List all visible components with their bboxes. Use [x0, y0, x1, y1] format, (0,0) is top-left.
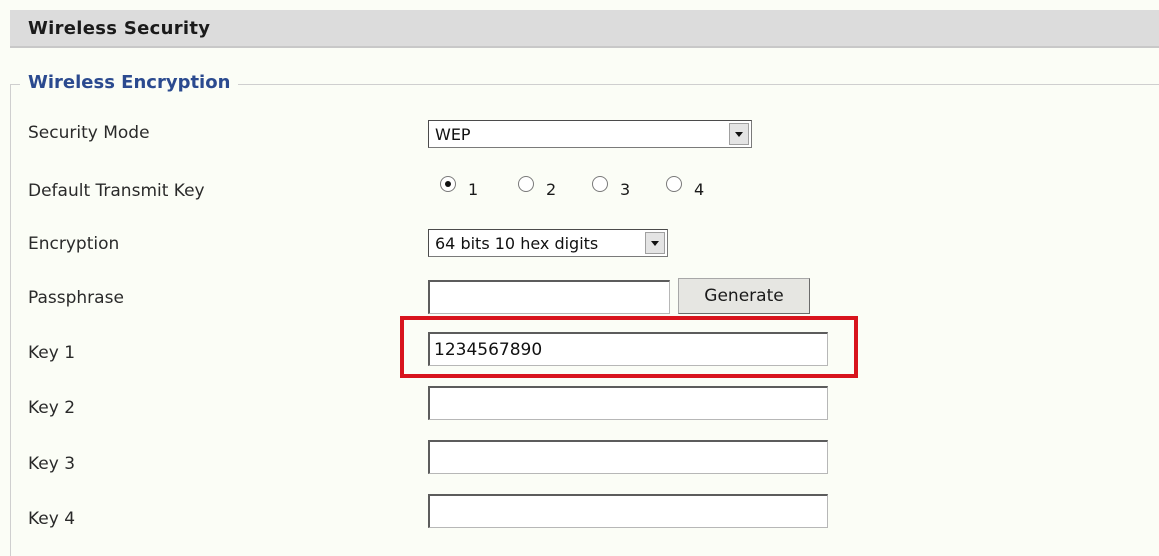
radio-icon[interactable] [440, 176, 456, 192]
security-mode-value: WEP [435, 125, 471, 144]
key4-input[interactable] [428, 494, 828, 528]
fieldset-border-left [10, 84, 11, 556]
radio-label-4: 4 [694, 180, 705, 199]
highlight-box [400, 316, 858, 378]
chevron-down-icon[interactable] [645, 232, 665, 254]
radio-option-1[interactable]: 1 [440, 174, 518, 200]
section-legend: Wireless Encryption [20, 72, 239, 93]
page: Wireless Security Wireless Encryption Se… [0, 0, 1159, 556]
key3-label: Key 3 [28, 454, 76, 474]
radio-icon[interactable] [518, 176, 534, 192]
passphrase-label: Passphrase [28, 288, 124, 308]
radio-option-4[interactable]: 4 [666, 174, 744, 200]
generate-button[interactable]: Generate [678, 278, 810, 314]
encryption-label: Encryption [28, 234, 120, 254]
radio-selected-dot [445, 181, 451, 187]
encryption-select[interactable]: 64 bits 10 hex digits [428, 229, 668, 257]
chevron-down-icon[interactable] [729, 123, 749, 145]
security-mode-select[interactable]: WEP [428, 120, 752, 148]
key3-input[interactable] [428, 440, 828, 474]
radio-icon[interactable] [592, 176, 608, 192]
radio-label-2: 2 [546, 180, 557, 199]
radio-option-3[interactable]: 3 [592, 174, 670, 200]
default-transmit-key-label: Default Transmit Key [28, 181, 205, 201]
key2-input[interactable] [428, 386, 828, 420]
key4-label: Key 4 [28, 509, 76, 529]
radio-label-3: 3 [620, 180, 631, 199]
radio-label-1: 1 [468, 180, 479, 199]
encryption-value: 64 bits 10 hex digits [435, 234, 599, 253]
passphrase-input[interactable] [428, 280, 670, 314]
page-title: Wireless Security [28, 18, 211, 39]
key1-label: Key 1 [28, 343, 76, 363]
key2-label: Key 2 [28, 398, 76, 418]
header-bar: Wireless Security [10, 10, 1159, 48]
radio-icon[interactable] [666, 176, 682, 192]
radio-option-2[interactable]: 2 [518, 174, 596, 200]
security-mode-label: Security Mode [28, 123, 150, 143]
